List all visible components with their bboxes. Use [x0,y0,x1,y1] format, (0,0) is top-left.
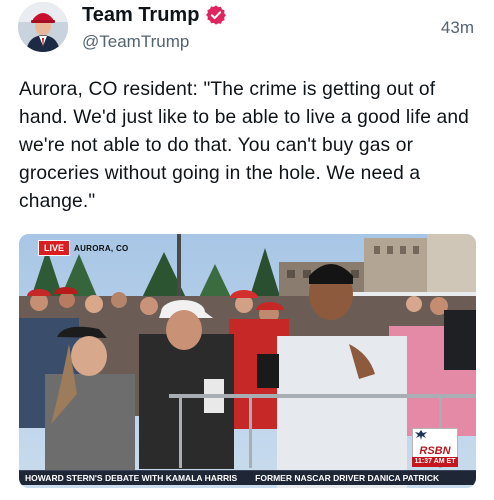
post-media-video[interactable]: LIVE AURORA, CO RSBN 11:37 AM ET HOWARD … [19,234,476,488]
author-display-name[interactable]: Team Trump [82,4,199,27]
avatar-image [18,2,68,52]
verified-badge-icon [205,4,227,26]
live-location: AURORA, CO [74,243,129,253]
author-handle[interactable]: @TeamTrump [82,32,189,52]
post-timestamp[interactable]: 43m [441,18,474,38]
eagle-icon [415,430,427,440]
broadcast-clock: 11:37 AM ET [412,457,458,467]
author-avatar[interactable] [18,2,68,52]
post-text: Aurora, CO resident: "The crime is getti… [19,79,469,212]
live-bug: LIVE AURORA, CO [38,240,129,256]
network-logo-text: RSBN [419,445,451,457]
ticker-item: FORMER NASCAR DRIVER DANICA PATRICK [255,473,440,483]
post-card: Team Trump @TeamTrump 43m Aurora, CO res… [0,0,494,500]
live-badge: LIVE [38,240,71,256]
author-name-row: Team Trump [82,3,227,27]
ticker-item: HOWARD STERN'S DEBATE WITH KAMALA HARRIS [25,473,238,483]
news-ticker: HOWARD STERN'S DEBATE WITH KAMALA HARRIS… [19,470,476,485]
rally-scene-image [19,234,476,488]
